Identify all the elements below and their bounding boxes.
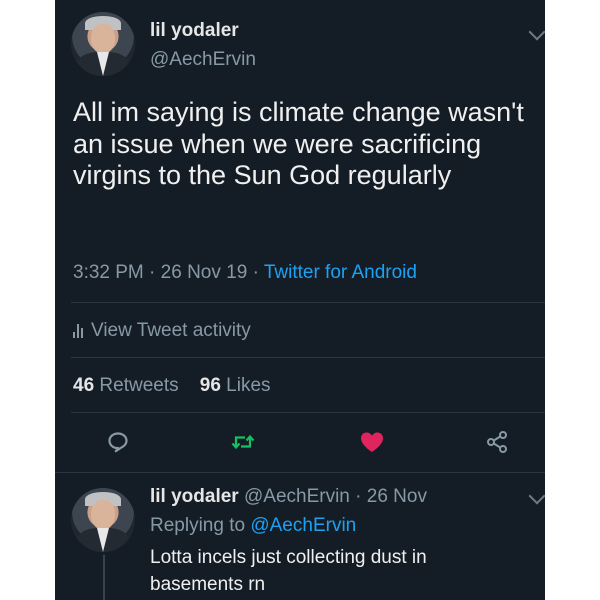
- tweet-source-link[interactable]: Twitter for Android: [264, 262, 417, 283]
- like-button[interactable]: [358, 428, 386, 456]
- likes-stat[interactable]: 96 Likes: [200, 375, 271, 396]
- divider: [71, 302, 545, 303]
- reply-author-handle[interactable]: @AechErvin: [244, 486, 350, 507]
- reply-icon: [108, 432, 128, 453]
- author-handle[interactable]: @AechErvin: [150, 49, 256, 71]
- tweet-time: 3:32 PM: [73, 262, 144, 283]
- tweet-meta: 3:32 PM · 26 Nov 19 · Twitter for Androi…: [73, 262, 417, 284]
- activity-label: View Tweet activity: [91, 320, 251, 341]
- author-avatar[interactable]: [71, 12, 135, 76]
- retweets-label: Retweets: [99, 375, 179, 396]
- chevron-down-icon[interactable]: [528, 23, 545, 41]
- author-name[interactable]: lil yodaler: [150, 20, 239, 42]
- meta-separator: ·: [252, 262, 264, 283]
- meta-separator: ·: [355, 486, 367, 507]
- replying-to-handle[interactable]: @AechErvin: [250, 515, 356, 536]
- divider: [71, 357, 545, 358]
- replying-to-label: Replying to: [150, 515, 246, 536]
- tweet-text: All im saying is climate change wasn't a…: [73, 97, 524, 190]
- heart-icon: [361, 432, 383, 452]
- reply-text-line2: basements rn: [150, 574, 266, 595]
- retweet-icon: [231, 434, 255, 450]
- retweet-button[interactable]: [229, 428, 257, 456]
- reply-header: lil yodaler @AechErvin · 26 Nov: [150, 486, 427, 508]
- analytics-icon: [73, 324, 83, 338]
- reply-author-avatar[interactable]: [71, 488, 135, 552]
- retweets-stat[interactable]: 46 Retweets: [73, 375, 179, 396]
- replying-to: Replying to @AechErvin: [150, 515, 356, 537]
- share-button[interactable]: [483, 428, 511, 456]
- meta-separator: ·: [149, 262, 161, 283]
- reply-text-line1: Lotta incels just collecting dust in: [150, 547, 427, 568]
- reply-author-name[interactable]: lil yodaler: [150, 486, 239, 507]
- view-tweet-activity[interactable]: View Tweet activity: [73, 320, 251, 342]
- share-icon: [487, 431, 507, 453]
- chevron-down-icon[interactable]: [528, 487, 545, 505]
- likes-label: Likes: [226, 375, 271, 396]
- tweet-stats: 46 Retweets 96 Likes: [73, 375, 271, 397]
- divider: [55, 472, 545, 473]
- reply-button[interactable]: [104, 428, 132, 456]
- divider: [71, 412, 545, 413]
- reply-date: 26 Nov: [366, 486, 427, 507]
- retweets-count: 46: [73, 375, 95, 396]
- thread-line: [103, 555, 105, 600]
- likes-count: 96: [199, 375, 221, 396]
- tweet-detail-panel: lil yodaler @AechErvin All im saying is …: [55, 0, 545, 600]
- tweet-date: 26 Nov 19: [160, 262, 248, 283]
